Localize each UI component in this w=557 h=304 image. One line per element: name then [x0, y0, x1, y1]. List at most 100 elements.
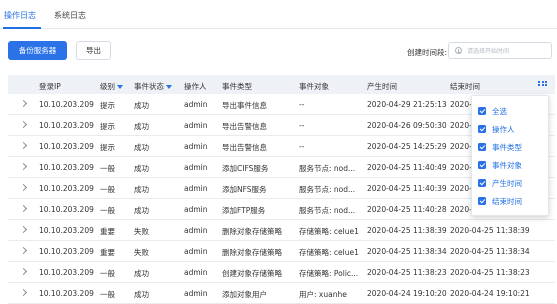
expand-chevron-icon[interactable] — [19, 99, 28, 108]
cell-ip: 10.10.203.209 — [39, 247, 94, 256]
cell-level: 提示 — [100, 101, 115, 110]
cell-status: 成功 — [134, 206, 149, 215]
cell-status: 成功 — [134, 143, 149, 152]
cell-ended: 2020-04-24 19:10:21 — [450, 289, 530, 298]
cell-ip: 10.10.203.209 — [39, 163, 94, 172]
cell-type: 删除对象存储策略 — [222, 248, 282, 257]
cell-created: 2020-04-25 11:38:39 — [367, 226, 447, 235]
col-header-created: 产生时间 — [367, 82, 397, 91]
cell-type: 添加NFS服务 — [222, 185, 267, 194]
cell-ip: 10.10.203.209 — [39, 289, 94, 298]
cell-operator: admin — [184, 226, 208, 235]
cell-ip: 10.10.203.209 — [39, 142, 94, 151]
checkbox-checked-icon[interactable] — [478, 107, 486, 115]
cell-status: 成功 — [134, 269, 149, 278]
cell-operator: admin — [184, 163, 208, 172]
cell-object: 存储策略: celue1 — [299, 248, 359, 257]
cell-operator: admin — [184, 247, 208, 256]
column-settings-panel: 全选 操作人 事件类型 事件对象 产生时间 结束时间 — [471, 95, 549, 216]
expand-chevron-icon[interactable] — [19, 267, 28, 276]
expand-chevron-icon[interactable] — [19, 225, 28, 234]
column-option-created[interactable]: 产生时间 — [478, 177, 522, 189]
column-settings-icon[interactable] — [538, 81, 547, 88]
checkbox-checked-icon[interactable] — [478, 161, 486, 169]
time-range-input[interactable]: 请选择开始时间 — [448, 42, 552, 59]
col-header-level[interactable]: 级别 — [100, 81, 123, 92]
column-option-operator[interactable]: 操作人 — [478, 123, 515, 135]
time-range-placeholder: 请选择开始时间 — [467, 48, 510, 55]
cell-operator: admin — [184, 268, 208, 277]
cell-status: 成功 — [134, 185, 149, 194]
checkbox-checked-icon[interactable] — [478, 143, 486, 151]
cell-operator: admin — [184, 121, 208, 130]
cell-object: 服务节点: nod... — [299, 185, 356, 194]
cell-type: 创建对象存储策略 — [222, 269, 282, 278]
cell-level: 一般 — [100, 206, 115, 215]
cell-ip: 10.10.203.209 — [39, 121, 94, 130]
expand-chevron-icon[interactable] — [19, 141, 28, 150]
expand-chevron-icon[interactable] — [19, 120, 28, 129]
cell-type: 导出事件信息 — [222, 101, 267, 110]
cell-object: 服务节点: nod... — [299, 164, 356, 173]
cell-level: 一般 — [100, 269, 115, 278]
column-option-object[interactable]: 事件对象 — [478, 159, 522, 171]
cell-status: 成功 — [134, 290, 149, 299]
cell-status: 成功 — [134, 164, 149, 173]
col-header-status[interactable]: 事件状态 — [134, 81, 172, 92]
cell-level: 重要 — [100, 227, 115, 236]
cell-created: 2020-04-24 19:10:20 — [367, 289, 447, 298]
table-row[interactable]: 10.10.203.209 一般 成功 admin 创建对象存储策略 存储策略: Poli… — [8, 262, 555, 283]
col-header-operator: 操作人 — [184, 82, 207, 91]
cell-ip: 10.10.203.209 — [39, 205, 94, 214]
cell-created: 2020-04-25 11:38:34 — [367, 247, 447, 256]
table-row[interactable]: 10.10.203.209 一般 成功 admin 添加对象用户 用户: xuanhe 20… — [8, 283, 555, 304]
cell-created: 2020-04-25 11:40:39 — [367, 184, 447, 193]
expand-chevron-icon[interactable] — [19, 288, 28, 297]
log-tabs: 操作日志 系统日志 — [0, 0, 557, 29]
level-filter-icon[interactable] — [117, 85, 123, 89]
cell-status: 成功 — [134, 101, 149, 110]
expand-chevron-icon[interactable] — [19, 162, 28, 171]
checkbox-checked-icon[interactable] — [478, 197, 486, 205]
expand-chevron-icon[interactable] — [19, 204, 28, 213]
tab-system-log[interactable]: 系统日志 — [54, 10, 86, 21]
table-row[interactable]: 10.10.203.209 重要 失败 admin 删除对象存储策略 存储策略: celu… — [8, 220, 555, 241]
cell-created: 2020-04-25 11:40:28 — [367, 205, 447, 214]
export-button[interactable]: 导出 — [76, 41, 111, 60]
cell-type: 添加CIFS服务 — [222, 164, 269, 173]
cell-operator: admin — [184, 289, 208, 298]
cell-type: 导出告警信息 — [222, 122, 267, 131]
clock-icon — [455, 47, 462, 54]
cell-ip: 10.10.203.209 — [39, 268, 94, 277]
expand-chevron-icon[interactable] — [19, 183, 28, 192]
cell-object: -- — [299, 100, 305, 109]
cell-level: 重要 — [100, 248, 115, 257]
cell-ended: 2020-04-25 11:38:34 — [450, 247, 530, 256]
checkbox-checked-icon[interactable] — [478, 179, 486, 187]
cell-type: 删除对象存储策略 — [222, 227, 282, 236]
cell-level: 一般 — [100, 164, 115, 173]
table-header: 登录IP 级别 事件状态 操作人 事件类型 事件对象 产生时间 结束时间 — [8, 75, 555, 94]
expand-chevron-icon[interactable] — [19, 246, 28, 255]
checkbox-checked-icon[interactable] — [478, 125, 486, 133]
tab-operation-log[interactable]: 操作日志 — [4, 10, 36, 21]
col-header-type: 事件类型 — [222, 82, 252, 91]
cell-operator: admin — [184, 142, 208, 151]
backup-server-button[interactable]: 备份服务器 — [8, 41, 67, 60]
column-option-select-all[interactable]: 全选 — [478, 105, 507, 117]
cell-status: 失败 — [134, 248, 149, 257]
cell-created: 2020-04-29 21:25:13 — [367, 100, 447, 109]
column-option-type[interactable]: 事件类型 — [478, 141, 522, 153]
cell-operator: admin — [184, 184, 208, 193]
status-filter-icon[interactable] — [166, 85, 172, 89]
cell-created: 2020-04-25 14:25:29 — [367, 142, 447, 151]
table-row[interactable]: 10.10.203.209 重要 失败 admin 删除对象存储策略 存储策略: celu… — [8, 241, 555, 262]
cell-ip: 10.10.203.209 — [39, 226, 94, 235]
cell-object: 用户: xuanhe — [299, 290, 347, 299]
cell-ip: 10.10.203.209 — [39, 184, 94, 193]
cell-status: 成功 — [134, 122, 149, 131]
cell-level: 一般 — [100, 185, 115, 194]
column-option-ended[interactable]: 结束时间 — [478, 195, 522, 207]
col-header-ip: 登录IP — [39, 82, 61, 91]
cell-object: 存储策略: Polic... — [299, 269, 359, 278]
